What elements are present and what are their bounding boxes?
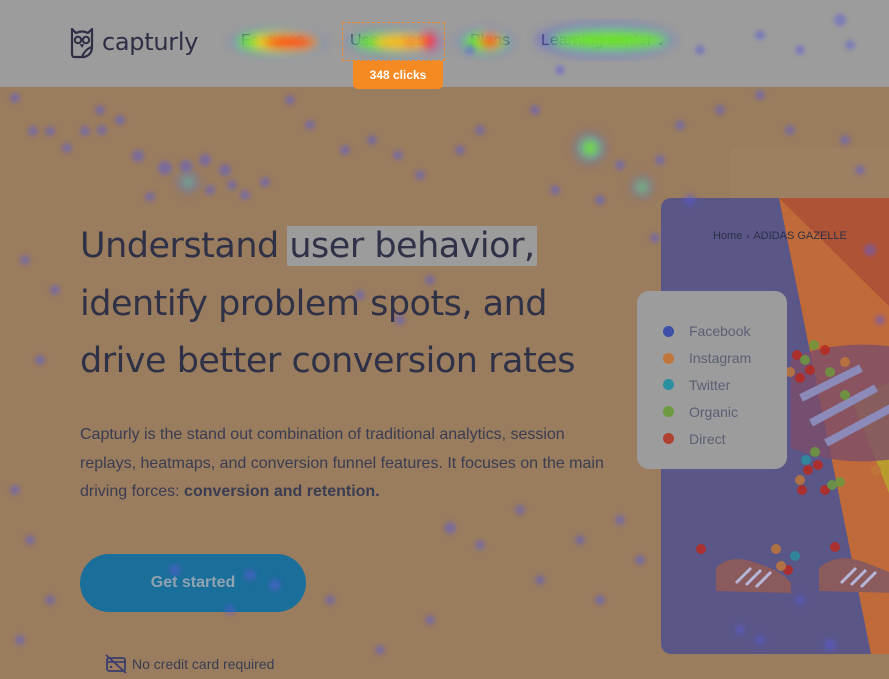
legend-dot-icon — [663, 379, 674, 391]
product-breadcrumb: Home › ADIDAS GAZELLE — [713, 230, 847, 242]
get-started-button[interactable]: Get started — [80, 554, 306, 612]
nav-learning-center-label: Learning center — [541, 32, 653, 49]
chevron-down-icon: ⌄ — [656, 36, 666, 48]
hero-title: Understand user behavior, identify probl… — [80, 218, 640, 391]
legend-item-organic[interactable]: Organic — [637, 398, 787, 425]
heatmap-body-hotspots — [178, 133, 652, 197]
legend-item-instagram[interactable]: Instagram — [637, 345, 787, 372]
sneaker-image-small-1 — [716, 559, 791, 593]
heatmap-element-highlight[interactable] — [342, 22, 445, 61]
legend-label: Instagram — [689, 350, 752, 367]
hero-desc-line-2: replays, heatmaps, and conversion funnel… — [80, 454, 604, 472]
legend-label: Twitter — [689, 376, 731, 393]
legend-item-direct[interactable]: Direct — [637, 425, 787, 452]
logo-text: capturly — [102, 28, 199, 56]
legend-label: Direct — [689, 430, 726, 447]
hero-desc-line-3: driving forces: — [80, 483, 185, 500]
nav-learning-center[interactable]: Learning center ⌄ — [541, 32, 665, 50]
no-credit-card-icon — [105, 654, 127, 674]
legend-dot-icon — [663, 406, 674, 418]
nav-plans[interactable]: Plans — [470, 32, 510, 50]
legend-item-facebook[interactable]: Facebook — [637, 318, 787, 345]
hero-title-line-2: identify problem spots, and — [80, 283, 548, 324]
no-credit-card-note: No credit card required — [105, 654, 274, 674]
traffic-source-legend: Facebook Instagram Twitter Organic Direc… — [637, 291, 787, 469]
click-count-badge: 348 clicks — [353, 61, 443, 89]
legend-label: Organic — [689, 403, 739, 420]
legend-dot-icon — [663, 325, 674, 337]
hero-title-line-1: Understand user behavior, — [80, 218, 640, 276]
nav-features[interactable]: Features — [241, 32, 304, 50]
sneaker-image-large — [791, 344, 889, 462]
breadcrumb-separator-icon: › — [746, 231, 750, 241]
legend-label: Facebook — [689, 323, 751, 340]
hero-title-highlight: user behavior, — [287, 226, 537, 266]
breadcrumb-home[interactable]: Home — [713, 230, 742, 242]
hero-desc-emphasis: conversion and retention. — [184, 483, 380, 500]
owl-logo-icon — [70, 27, 94, 59]
logo[interactable]: capturly — [68, 25, 198, 59]
breadcrumb-current: ADIDAS GAZELLE — [753, 230, 847, 242]
legend-dot-icon — [663, 433, 674, 445]
no-credit-card-label: No credit card required — [132, 656, 275, 672]
hero-desc-line-1: Capturly is the stand out combination of… — [80, 426, 565, 443]
hero-title-line-3: drive better conversion rates — [80, 341, 575, 381]
hero-description: Capturly is the stand out combination of… — [80, 421, 620, 507]
legend-dot-icon — [663, 352, 674, 364]
hero-title-text: Understand — [80, 226, 290, 266]
legend-item-twitter[interactable]: Twitter — [637, 372, 787, 399]
